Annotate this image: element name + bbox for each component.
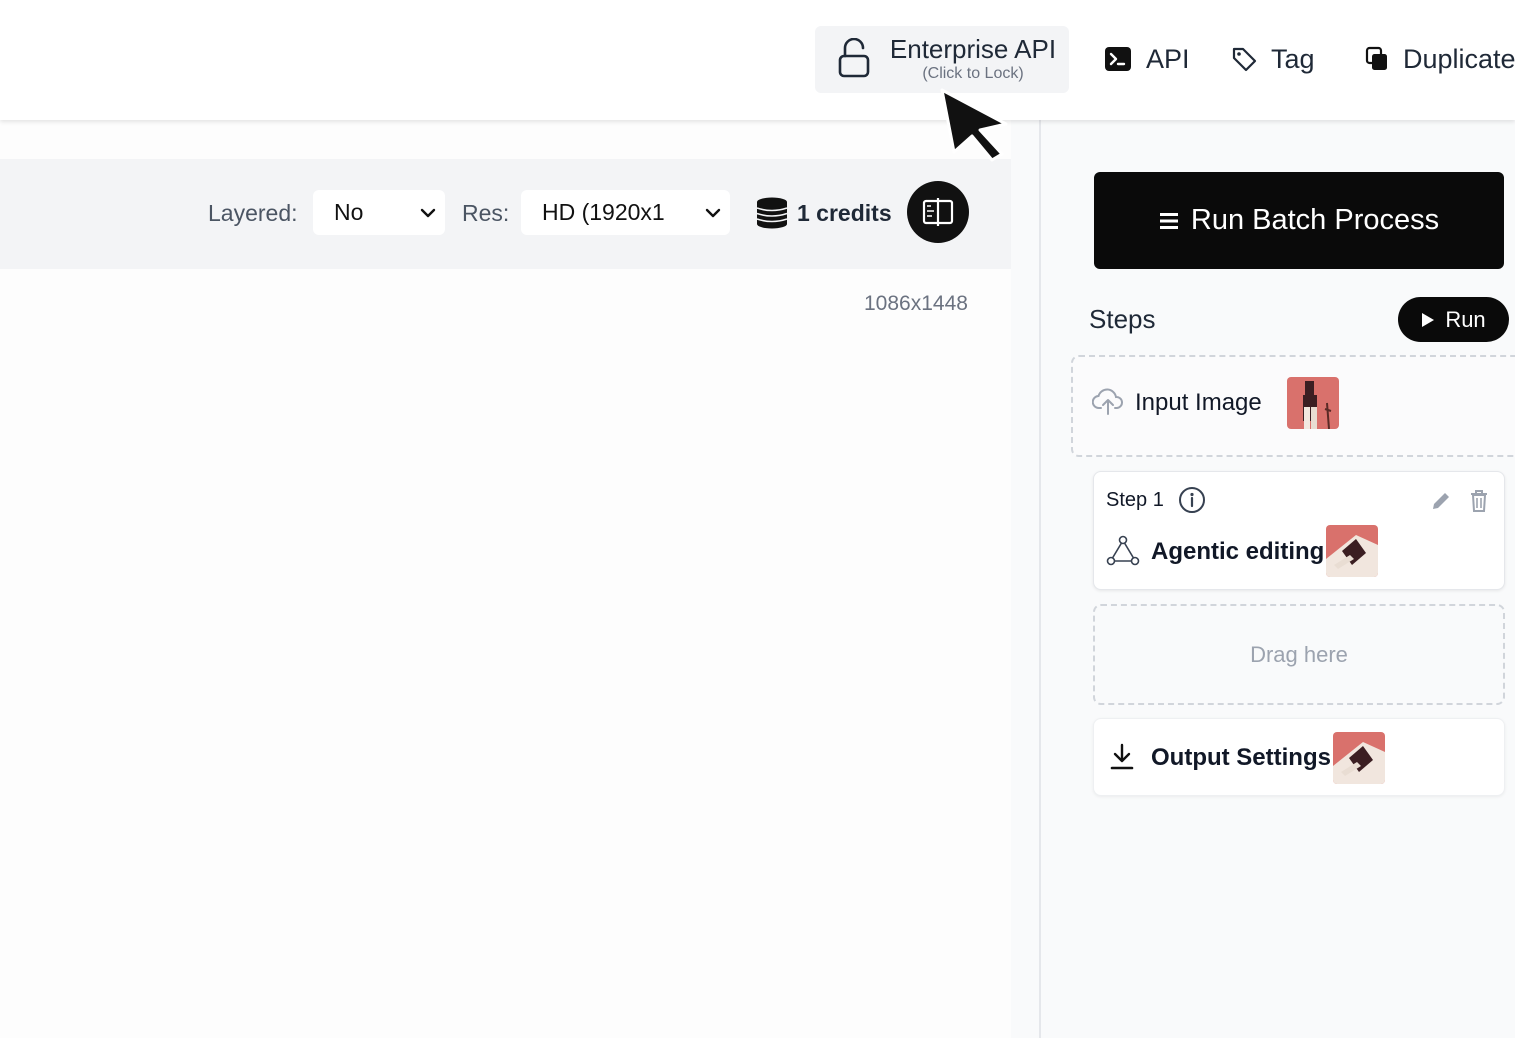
output-thumbnail-image: [1333, 732, 1385, 784]
input-thumbnail-image: [1287, 377, 1339, 429]
run-button[interactable]: Run: [1398, 297, 1509, 342]
credits-indicator: 1 credits: [755, 194, 892, 232]
chevron-down-icon: [420, 208, 436, 218]
input-image-step[interactable]: Input Image: [1071, 355, 1515, 457]
coins-stack-icon: [756, 197, 788, 229]
step-1-card[interactable]: Step 1 Agentic editing: [1093, 471, 1505, 590]
download-icon: [1110, 743, 1134, 770]
step-1-thumbnail-image: [1326, 525, 1378, 577]
output-settings-step[interactable]: Output Settings: [1093, 718, 1505, 796]
terminal-icon: [1105, 47, 1131, 71]
duplicate-button-label: Duplicate: [1403, 43, 1515, 74]
compare-split-icon: [922, 198, 954, 226]
layered-select[interactable]: No: [313, 190, 445, 235]
run-button-label: Run: [1445, 306, 1486, 332]
step-1-index-label: Step 1: [1106, 489, 1164, 511]
output-thumbnail[interactable]: [1333, 732, 1385, 784]
mouse-cursor-icon: [940, 88, 1008, 162]
input-image-label: Input Image: [1135, 389, 1262, 416]
duplicate-icon: [1365, 46, 1387, 70]
layered-select-value: No: [334, 199, 364, 225]
output-settings-label: Output Settings: [1151, 744, 1331, 771]
compare-view-button[interactable]: [907, 181, 969, 243]
graph-nodes-icon: [1106, 535, 1140, 566]
duplicate-button[interactable]: Duplicate: [1365, 36, 1515, 82]
run-batch-process-label: Run Batch Process: [1190, 204, 1440, 236]
top-header: Enterprise API (Click to Lock) API Tag D…: [0, 0, 1515, 120]
edit-pencil-icon[interactable]: [1430, 490, 1452, 512]
trash-icon[interactable]: [1469, 489, 1489, 513]
api-button-label: API: [1146, 43, 1190, 74]
image-canvas[interactable]: [0, 269, 1011, 1038]
tag-icon: [1232, 47, 1257, 72]
info-icon[interactable]: [1178, 486, 1206, 514]
list-icon: [1159, 212, 1178, 229]
image-dimensions: 1086x1448: [864, 292, 968, 315]
run-batch-process-button[interactable]: Run Batch Process: [1094, 172, 1504, 269]
resolution-select[interactable]: HD (1920x1: [521, 190, 730, 235]
input-image-thumbnail[interactable]: [1287, 377, 1339, 429]
unlock-icon: [838, 38, 870, 78]
enterprise-api-subtitle: (Click to Lock): [922, 65, 1024, 82]
enterprise-api-lock-toggle[interactable]: Enterprise API (Click to Lock): [815, 26, 1069, 93]
api-button[interactable]: API: [1104, 36, 1190, 82]
chevron-down-icon: [705, 208, 721, 218]
resolution-select-value: HD (1920x1: [542, 199, 665, 225]
credits-label: 1 credits: [797, 199, 892, 226]
tag-button-label: Tag: [1271, 43, 1315, 74]
step-1-name: Agentic editing: [1151, 538, 1325, 565]
upload-cloud-icon: [1092, 388, 1123, 415]
resolution-label: Res:: [462, 200, 510, 226]
enterprise-api-title: Enterprise API: [889, 34, 1057, 64]
steps-title: Steps: [1089, 304, 1156, 334]
layered-label: Layered:: [208, 200, 298, 226]
drag-here-label: Drag here: [1250, 641, 1348, 667]
tag-button[interactable]: Tag: [1231, 36, 1315, 82]
play-icon: [1422, 312, 1435, 327]
panel-gap: [1011, 120, 1040, 1038]
step-1-thumbnail[interactable]: [1326, 525, 1378, 577]
drag-here-drop-zone[interactable]: Drag here: [1093, 604, 1505, 705]
